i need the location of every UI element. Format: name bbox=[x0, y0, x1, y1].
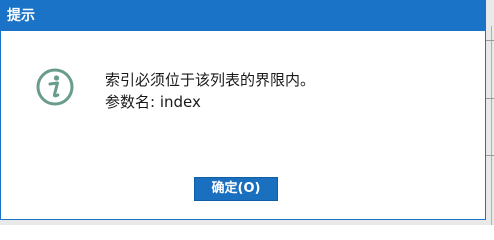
ok-button[interactable]: 确定(O) bbox=[194, 177, 278, 201]
dialog-title: 提示 bbox=[7, 8, 35, 24]
screen: 提示 索引必须位于该列表的界限内。 参数名: index 确定(O) bbox=[0, 0, 494, 225]
message-line-2: 参数名: index bbox=[105, 93, 201, 111]
message-line-1: 索引必须位于该列表的界限内。 bbox=[105, 71, 316, 89]
message-dialog: 提示 索引必须位于该列表的界限内。 参数名: index 确定(O) bbox=[0, 0, 486, 220]
dialog-message: 索引必须位于该列表的界限内。 参数名: index bbox=[105, 69, 315, 113]
background-window-edge bbox=[491, 26, 492, 225]
dialog-titlebar[interactable]: 提示 bbox=[1, 1, 485, 31]
info-icon bbox=[35, 67, 75, 107]
